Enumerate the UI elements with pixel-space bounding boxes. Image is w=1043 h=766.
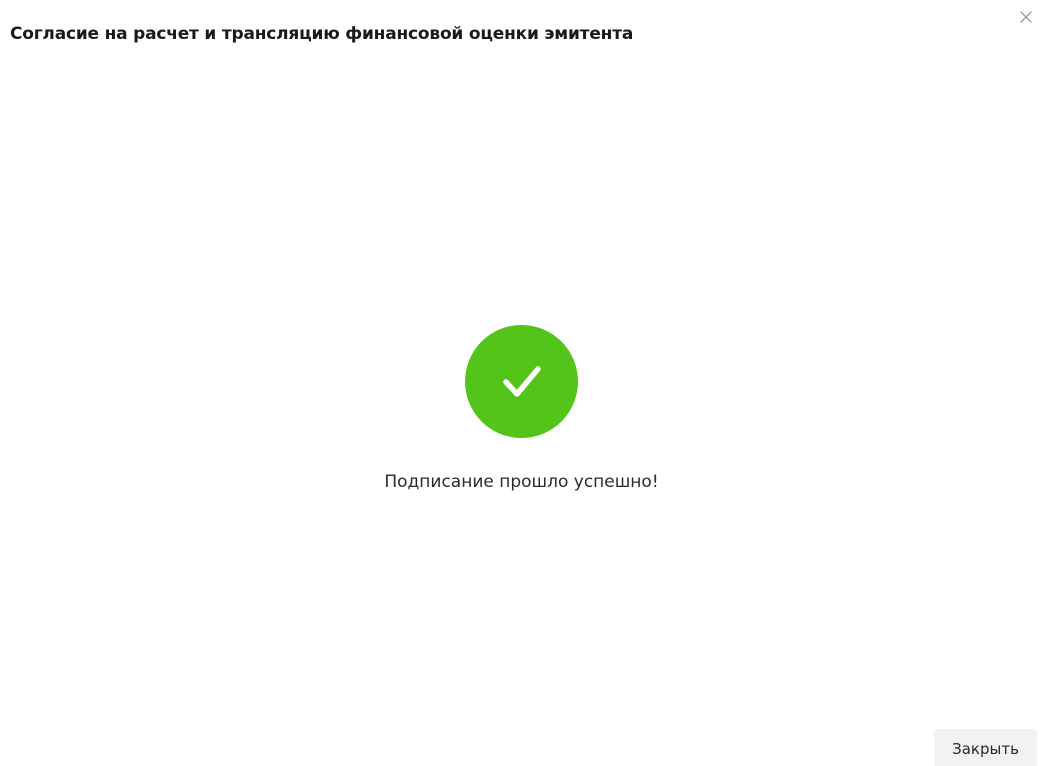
close-icon <box>1019 10 1033 24</box>
close-button[interactable] <box>1015 6 1037 28</box>
signing-result-dialog: Согласие на расчет и трансляцию финансов… <box>0 0 1043 766</box>
footer-close-button[interactable]: Закрыть <box>934 729 1037 766</box>
success-message: Подписание прошло успешно! <box>384 472 659 492</box>
success-checkmark-icon <box>465 325 578 438</box>
success-result: Подписание прошло успешно! <box>0 325 1043 492</box>
dialog-title: Согласие на расчет и трансляцию финансов… <box>10 24 634 44</box>
